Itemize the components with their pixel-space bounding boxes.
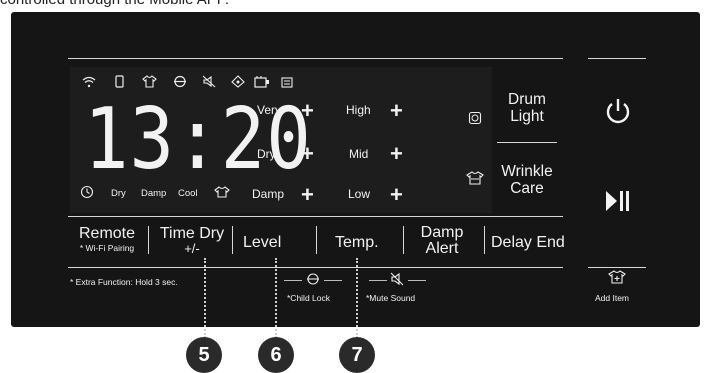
time-dry-button[interactable]: Time Dry +/- — [151, 225, 233, 255]
mute-dash-left — [369, 280, 387, 281]
mute-sound-label: *Mute Sound — [366, 293, 416, 303]
remote-sub: * Wi-Fi Pairing — [79, 243, 135, 253]
caption-text: controlled through the Mobile APP. — [0, 0, 229, 8]
divider-mid — [68, 216, 563, 217]
play-pause-icon[interactable] — [605, 190, 631, 212]
level-plus-very: + — [301, 98, 314, 123]
temp-plus-high: + — [390, 98, 403, 123]
callout-7: 7 — [339, 337, 375, 373]
divider-top — [68, 58, 563, 59]
child-lock-small-icon — [307, 273, 319, 285]
label-dry: Dry — [111, 188, 126, 199]
divider-low — [68, 267, 563, 268]
remote-label: Remote — [78, 225, 136, 242]
level-plus-dry: + — [301, 141, 314, 166]
wrinkle-care-line1: Wrinkle — [501, 163, 553, 180]
display-screen: 13:20 Dry Damp Cool Very Dry Damp + + + … — [70, 67, 492, 213]
temp-high: High — [346, 103, 371, 117]
sep-5 — [484, 226, 485, 254]
level-button[interactable]: Level — [243, 234, 281, 252]
dry-sensor-icon — [231, 75, 245, 88]
label-damp: Damp — [141, 188, 167, 199]
drum-light-icon — [468, 111, 482, 125]
callout-6: 6 — [258, 337, 294, 373]
temp-plus-mid: + — [390, 141, 403, 166]
sep-4 — [403, 226, 404, 254]
wrinkle-care-line2: Care — [510, 180, 544, 197]
temp-button[interactable]: Temp. — [335, 234, 379, 252]
sep-1 — [148, 226, 149, 254]
child-lock-label: *Child Lock — [287, 293, 330, 303]
damp-alert-line2: Alert — [425, 240, 459, 257]
clock-icon — [80, 185, 94, 199]
damp-alert-line1: Damp — [420, 224, 464, 241]
power-icon[interactable] — [603, 96, 633, 128]
filter-icon — [281, 77, 293, 88]
drum-light-line1: Drum — [508, 91, 546, 108]
delay-end-button[interactable]: Delay End — [491, 234, 565, 252]
shirt-icon — [142, 75, 157, 88]
temp-plus-low: + — [390, 182, 403, 207]
level-plus-damp: + — [301, 182, 314, 207]
add-item-label: Add Item — [595, 293, 630, 303]
extra-function-note: * Extra Function: Hold 3 sec. — [70, 277, 178, 287]
level-damp: Damp — [252, 187, 285, 201]
temp-mid: Mid — [349, 147, 369, 161]
temp-low: Low — [348, 187, 371, 201]
wifi-icon — [82, 76, 96, 88]
callout-line-7 — [356, 258, 358, 338]
damp-alert-button[interactable]: Damp Alert — [411, 225, 473, 257]
time-dry-sub: +/- — [184, 241, 200, 256]
wrinkle-care-icon — [466, 171, 484, 185]
label-cool: Cool — [178, 188, 198, 199]
wrinkle-care-button[interactable]: Wrinkle Care — [493, 163, 561, 197]
phone-icon — [115, 75, 124, 88]
add-item-icon[interactable] — [608, 270, 626, 284]
sep-2 — [232, 226, 233, 254]
mute-small-icon — [390, 272, 404, 286]
callout-5: 5 — [186, 337, 222, 373]
drum-icon — [254, 76, 269, 88]
divider-right-top — [588, 58, 646, 59]
child-lock-icon — [174, 75, 186, 88]
time-dry-label: Time Dry — [159, 225, 225, 242]
mute-dash-right — [408, 280, 426, 281]
mute-icon — [202, 75, 216, 88]
callout-line-6 — [275, 258, 277, 338]
drum-light-button[interactable]: Drum Light — [497, 91, 557, 125]
divider-right-low — [588, 267, 646, 268]
level-very: Very — [257, 103, 282, 117]
sep-3 — [316, 226, 317, 254]
drum-light-line2: Light — [510, 108, 544, 125]
remote-button[interactable]: Remote * Wi-Fi Pairing — [71, 225, 143, 254]
child-lock-dash-right — [324, 280, 342, 281]
wrinkle-icon — [214, 186, 230, 198]
divider-drum — [497, 142, 557, 143]
child-lock-dash-left — [284, 280, 302, 281]
level-dry: Dry — [257, 147, 276, 161]
callout-line-5 — [204, 258, 206, 338]
